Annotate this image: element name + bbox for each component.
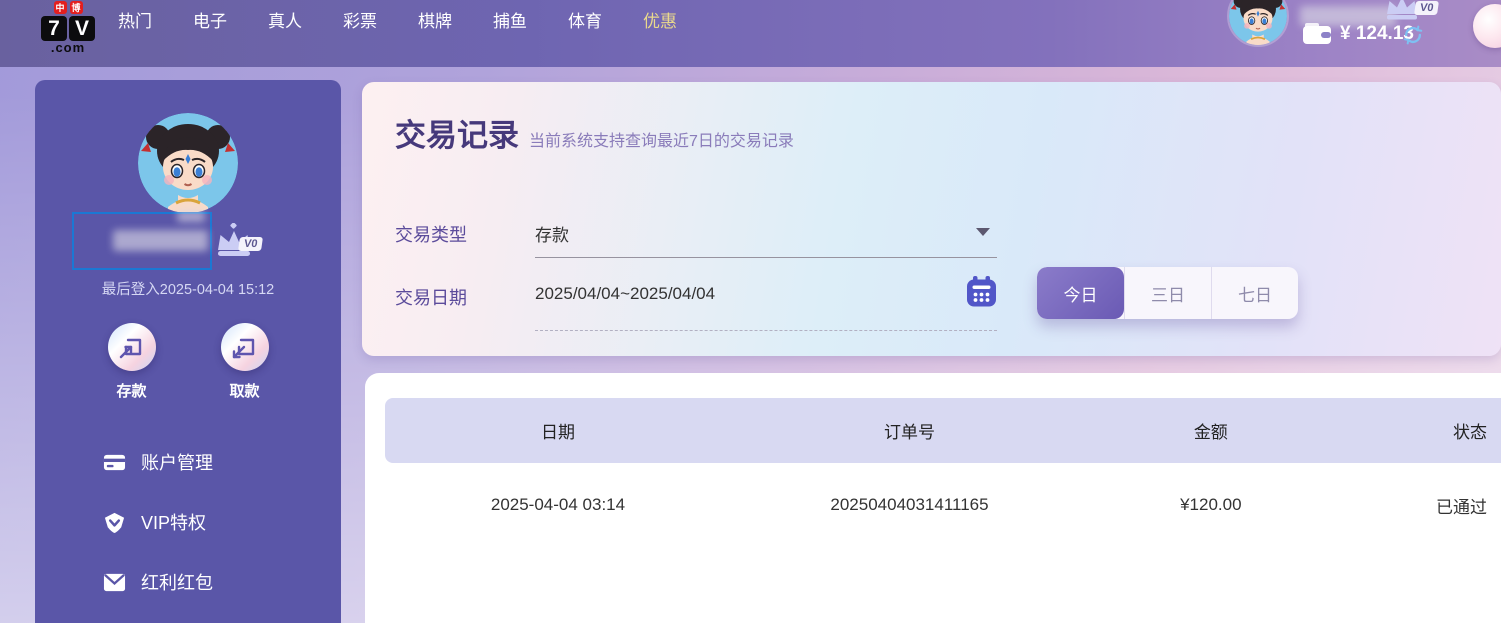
sidebar-vip-level-badge: V0 [238,237,263,251]
brand-suffix: .com [51,40,85,55]
brand-char-1: 中 [54,1,67,14]
sidebar-username-blurred [113,230,208,251]
action-label: 存款 [116,380,146,401]
sidebar-menu: 账户管理 VIP特权 红利红包 [103,447,213,597]
nav-item-8[interactable]: 优惠 [643,7,677,32]
brand-logo[interactable]: 中 博 7 V .com [33,0,103,55]
vip-level-badge: V0 [1414,1,1439,15]
calendar-icon[interactable] [966,276,997,307]
period-button-2[interactable]: 三日 [1124,267,1211,319]
last-login-text: 最后登入2025-04-04 15:12 [35,278,341,299]
nav-item-1[interactable]: 热门 [118,7,152,32]
period-button-1[interactable]: 今日 [1037,267,1124,319]
transaction-table-panel: 日期订单号金额状态 2025-04-04 03:1420250404031411… [365,373,1501,623]
nav-item-3[interactable]: 真人 [268,7,302,32]
wallet-icon [1303,23,1333,45]
brand-name: 7 V [41,16,95,41]
brand-tile-v: V [69,16,95,41]
card-icon [103,451,126,474]
sidebar-username-blurred-2 [177,211,205,222]
menu-item-label: 账户管理 [141,449,213,475]
sidebar-action-1[interactable]: 存款 [92,323,172,401]
brand-char-2: 博 [70,1,83,14]
table-header: 日期订单号金额状态 [385,398,1501,463]
sidebar-action-2[interactable]: 取款 [205,323,285,401]
nav-item-5[interactable]: 棋牌 [418,7,452,32]
sidebar-item-1[interactable]: 账户管理 [103,447,213,477]
sidebar-avatar [138,113,238,213]
menu-item-label: VIP特权 [141,509,206,535]
transaction-filter-panel: 交易记录 当前系统支持查询最近7日的交易记录 交易类型 存款 交易日期 2025… [362,82,1501,356]
transaction-type-select[interactable]: 存款 [535,221,975,246]
transaction-date-label: 交易日期 [395,284,467,310]
panel-title-row: 交易记录 当前系统支持查询最近7日的交易记录 [395,110,794,155]
deposit-icon [108,323,156,371]
transaction-date-input[interactable]: 2025/04/04~2025/04/04 [535,284,935,304]
vip-icon [103,511,126,534]
page-title: 交易记录 [395,110,519,155]
withdraw-icon [221,323,269,371]
column-header-1: 日期 [385,418,731,443]
nav-item-7[interactable]: 体育 [568,7,602,32]
table-cell-3: ¥120.00 [1088,495,1334,515]
page-subtitle: 当前系统支持查询最近7日的交易记录 [529,127,794,151]
period-button-3[interactable]: 七日 [1211,267,1298,319]
sidebar-item-2[interactable]: VIP特权 [103,507,213,537]
table-body: 2025-04-04 03:1420250404031411165¥120.00… [385,463,1501,547]
type-field-underline [535,257,997,258]
column-header-4: 状态 [1334,418,1501,443]
action-label: 取款 [229,380,259,401]
menu-item-label: 红利红包 [141,569,213,595]
date-field-underline [535,330,997,331]
sidebar: V0 最后登入2025-04-04 15:12 存款 取款 账户管理 VIP特权… [35,80,341,623]
nav-menu: 热门 电子 真人 彩票 棋牌 捕鱼 体育 优惠 [118,5,677,33]
sidebar-actions: 存款 取款 [35,323,341,401]
table-row: 2025-04-04 03:1420250404031411165¥120.00… [385,463,1501,547]
sidebar-item-3[interactable]: 红利红包 [103,567,213,597]
brand-tile-7: 7 [41,16,67,41]
refresh-balance-icon[interactable] [1402,24,1424,46]
column-header-2: 订单号 [731,418,1088,443]
period-button-group: 今日三日七日 [1037,267,1298,319]
table-cell-4: 已通过 [1334,493,1501,518]
column-header-3: 金额 [1088,418,1334,443]
nav-item-2[interactable]: 电子 [193,7,227,32]
table-cell-1: 2025-04-04 03:14 [385,495,731,515]
nav-item-4[interactable]: 彩票 [343,7,377,32]
table-cell-2: 20250404031411165 [731,495,1088,515]
brand-logo-top: 中 博 [54,1,83,14]
nav-item-6[interactable]: 捕鱼 [493,7,527,32]
envelope-icon [103,571,126,594]
transaction-type-label: 交易类型 [395,221,467,247]
top-navbar: 中 博 7 V .com 热门 电子 真人 彩票 棋牌 捕鱼 体育 优惠 V0 [0,0,1501,67]
chevron-down-icon[interactable] [976,228,990,236]
user-avatar[interactable] [1227,0,1289,47]
